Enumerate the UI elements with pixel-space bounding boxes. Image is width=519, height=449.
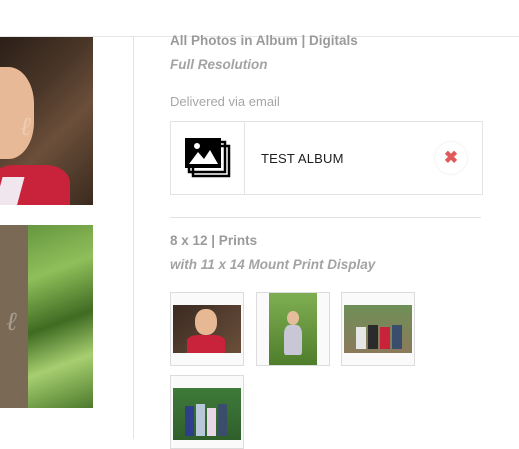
print-thumbnail-boy[interactable] bbox=[170, 292, 244, 366]
print-thumbnail-family-seated[interactable] bbox=[341, 292, 415, 366]
album-icon-box bbox=[171, 122, 245, 194]
remove-album-button[interactable]: ✖ bbox=[435, 142, 467, 174]
album-title: TEST ALBUM bbox=[261, 151, 344, 166]
delivery-subheading: Full Resolution bbox=[170, 57, 268, 72]
gallery-photo-garden[interactable]: ℓ bbox=[0, 225, 93, 408]
prints-subheading: with 11 x 14 Mount Print Display bbox=[170, 257, 376, 272]
top-bar bbox=[0, 0, 519, 37]
print-thumbnail-girl[interactable] bbox=[256, 292, 330, 366]
section-divider bbox=[170, 217, 481, 218]
album-card: TEST ALBUM ✖ bbox=[170, 121, 483, 195]
column-divider bbox=[133, 36, 134, 439]
gallery-photo-boy[interactable]: ℓ bbox=[0, 37, 93, 205]
prints-heading: 8 x 12 | Prints bbox=[170, 233, 258, 248]
close-icon: ✖ bbox=[443, 148, 459, 167]
image-stack-icon bbox=[185, 138, 231, 178]
delivery-heading: All Photos in Album | Digitals bbox=[170, 33, 358, 48]
delivery-method: Delivered via email bbox=[170, 94, 280, 109]
print-thumbnail-family-standing[interactable] bbox=[170, 375, 244, 449]
